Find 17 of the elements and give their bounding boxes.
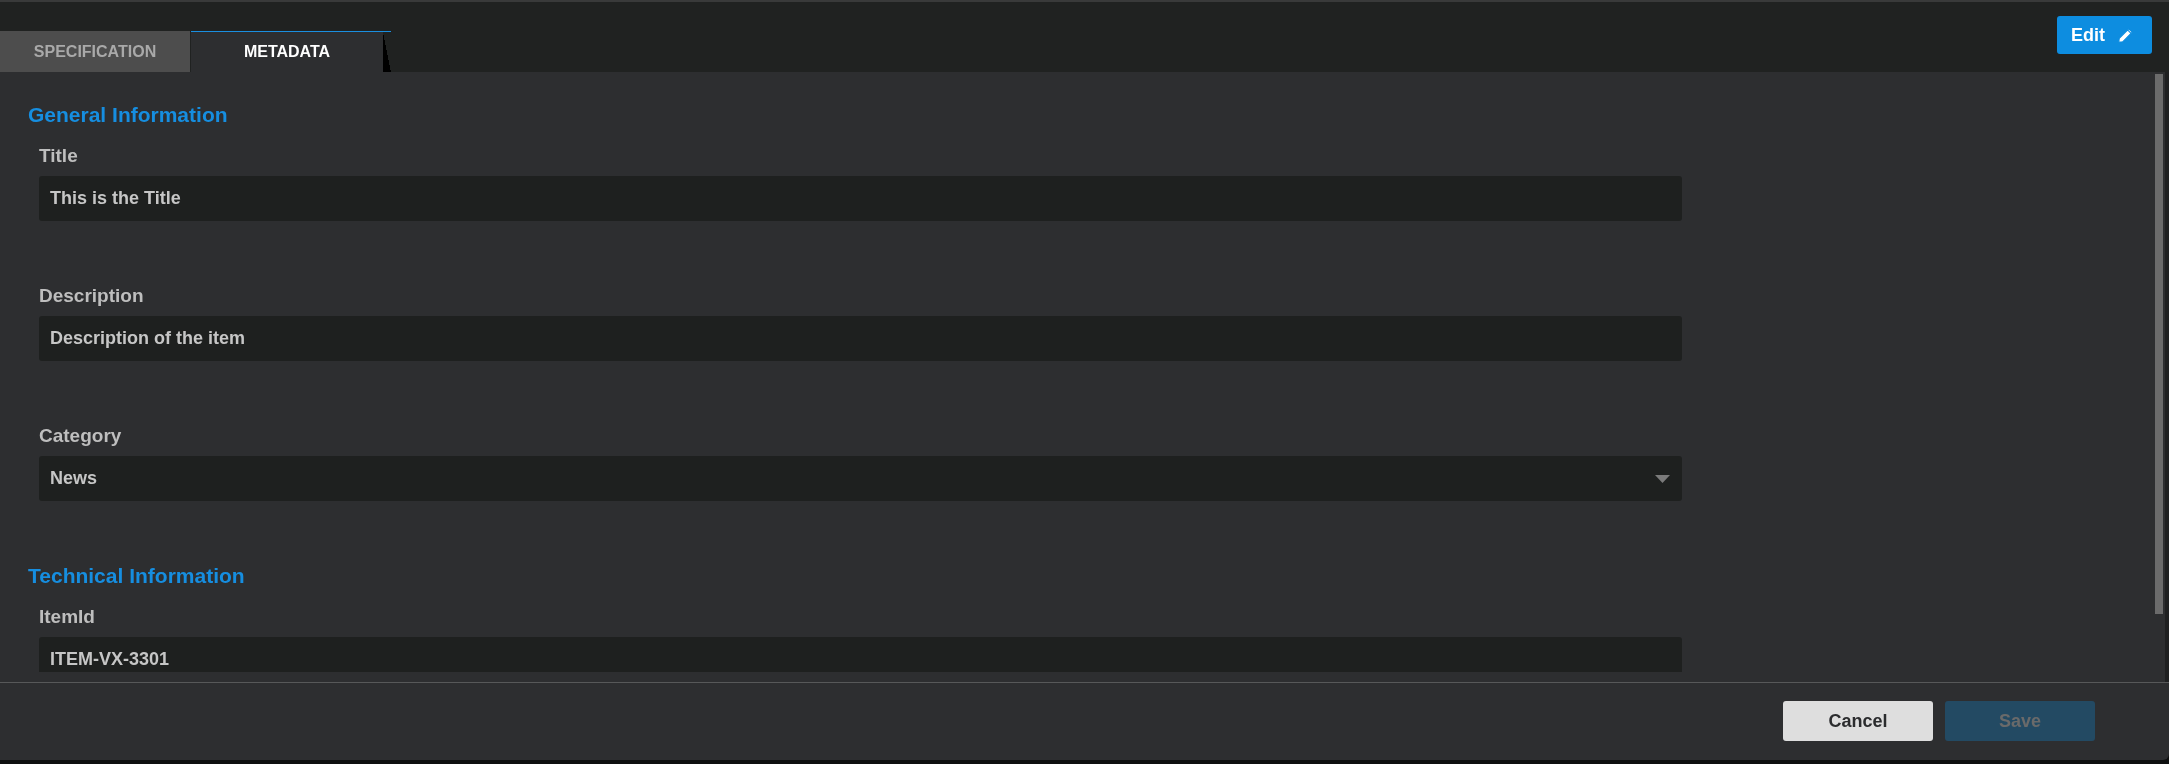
field-label: Description bbox=[39, 285, 145, 307]
tab[interactable]: SPECIFICATION bbox=[0, 31, 190, 72]
edit-button[interactable]: Edit bbox=[2057, 16, 2152, 54]
scrollbar-thumb[interactable] bbox=[2155, 74, 2163, 614]
footer-button[interactable]: Cancel bbox=[1783, 701, 1933, 741]
field-label: Title bbox=[39, 145, 79, 167]
section-heading: Technical Information bbox=[28, 563, 246, 589]
text-field[interactable]: Description of the item bbox=[39, 316, 1682, 361]
text-field[interactable]: ITEM-VX-3301 bbox=[39, 637, 1682, 672]
tab[interactable]: METADATA bbox=[191, 31, 391, 72]
caret-icon bbox=[1655, 474, 1670, 483]
text-field[interactable]: This is the Title bbox=[39, 176, 1682, 221]
pencil-icon bbox=[2118, 27, 2133, 43]
dropdown-field[interactable]: News bbox=[39, 456, 1682, 501]
field-label: ItemId bbox=[39, 606, 96, 628]
field-label: Category bbox=[39, 425, 123, 447]
section-heading: General Information bbox=[28, 102, 229, 128]
